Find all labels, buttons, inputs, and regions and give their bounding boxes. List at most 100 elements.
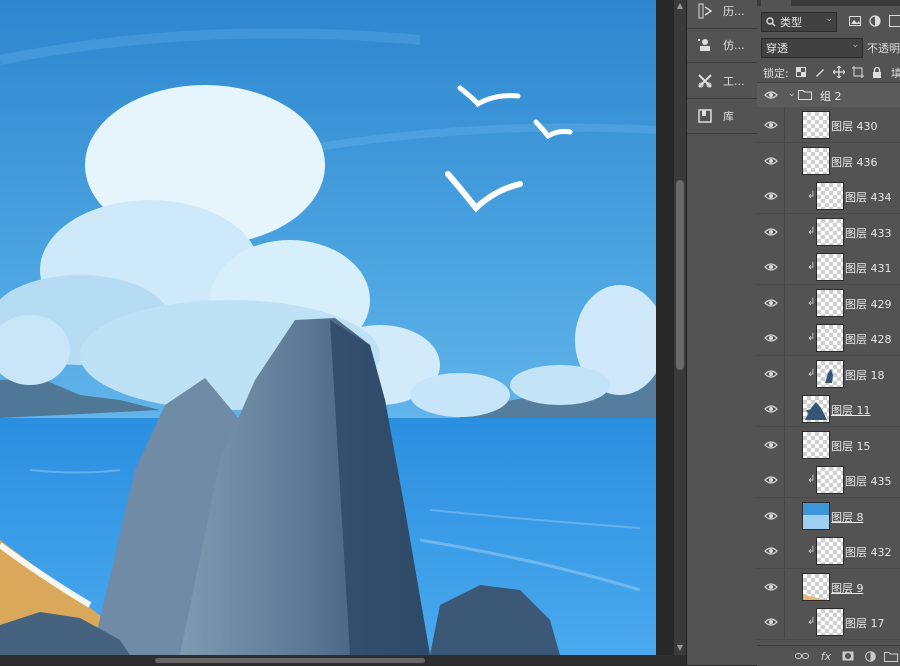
layers-list[interactable]: ⌄ 组 2 图层 430图层 436↲图层 434↲图层 433↲图层 431↲… [757, 83, 900, 645]
link-layers-icon[interactable] [795, 650, 809, 662]
filter-type-icon[interactable] [887, 13, 900, 29]
row-divider [784, 320, 785, 355]
visibility-eye-icon[interactable] [764, 333, 778, 343]
visibility-eye-icon[interactable] [764, 582, 778, 592]
layer-filter-row: 类型 ⌄ [757, 10, 900, 34]
visibility-eye-icon[interactable] [764, 617, 778, 627]
layer-name: 图层 428 [845, 331, 892, 347]
visibility-eye-icon[interactable] [764, 227, 778, 237]
add-mask-icon[interactable] [841, 650, 855, 662]
visibility-eye-icon[interactable] [764, 156, 778, 166]
lock-image-pixels-icon[interactable] [814, 66, 826, 78]
vertical-scroll-thumb[interactable] [676, 180, 684, 370]
clipping-mask-arrow-icon: ↲ [807, 546, 815, 556]
visibility-eye-icon[interactable] [764, 298, 778, 308]
row-divider [784, 533, 785, 568]
blend-mode-value: 穿透 [766, 40, 788, 56]
visibility-eye-icon[interactable] [764, 475, 778, 485]
canvas-gutter [656, 0, 674, 655]
search-icon [766, 17, 776, 27]
chevron-down-icon: ⌄ [851, 40, 859, 50]
layer-thumbnail [802, 573, 830, 601]
visibility-eye-icon[interactable] [764, 90, 778, 100]
blend-mode-select[interactable]: 穿透 ⌄ [761, 38, 863, 58]
layer-row[interactable]: 图层 9 [757, 569, 900, 605]
visibility-eye-icon[interactable] [764, 369, 778, 379]
lock-position-icon[interactable] [833, 66, 845, 78]
vertical-scrollbar[interactable]: ▲ ▼ [674, 0, 686, 655]
layer-group-row[interactable]: ⌄ 组 2 [757, 83, 900, 108]
layer-name: 图层 17 [845, 615, 885, 631]
layer-row[interactable]: ↲图层 435 [757, 462, 900, 498]
layer-style-fx-icon[interactable]: fx [819, 650, 833, 662]
new-group-folder-icon[interactable] [884, 650, 898, 662]
filter-adjustment-icon[interactable] [867, 13, 883, 29]
visibility-eye-icon[interactable] [764, 546, 778, 556]
row-divider [784, 391, 785, 426]
layer-name: 图层 431 [845, 260, 892, 276]
scroll-up-arrow-icon[interactable]: ▲ [674, 0, 686, 12]
tool-presets-panel-label: 工... [723, 73, 745, 89]
lock-all-icon[interactable] [871, 66, 883, 78]
lock-transparent-pixels-icon[interactable] [795, 66, 807, 78]
layer-row[interactable]: 图层 11 [757, 391, 900, 427]
libraries-panel-button[interactable]: 库 [687, 99, 757, 134]
visibility-eye-icon[interactable] [764, 511, 778, 521]
scroll-down-arrow-icon[interactable]: ▼ [674, 642, 686, 654]
horizontal-scrollbar[interactable] [0, 655, 686, 665]
layer-row[interactable]: ↲ 图层 431 [757, 249, 900, 285]
new-adjustment-layer-icon[interactable] [863, 650, 877, 662]
lock-artboard-icon[interactable] [852, 66, 864, 78]
visibility-eye-icon[interactable] [764, 120, 778, 130]
lock-label: 锁定: [763, 65, 789, 81]
clone-source-panel-button[interactable]: 仿... [687, 28, 757, 63]
document-canvas[interactable] [0, 0, 656, 655]
history-panel-label: 历... [723, 3, 745, 19]
layer-row[interactable]: 图层 436 [757, 143, 900, 179]
row-divider [784, 249, 785, 284]
clipping-mask-arrow-icon: ↲ [807, 475, 815, 485]
clipping-mask-arrow-icon: ↲ [807, 298, 815, 308]
group-expand-chevron-icon[interactable]: ⌄ [788, 89, 796, 99]
layer-thumbnail [816, 360, 844, 388]
layer-name: 图层 18 [845, 367, 885, 383]
horizontal-scroll-thumb[interactable] [155, 658, 425, 663]
layer-thumbnail [816, 218, 844, 246]
layer-row[interactable]: ↲图层 17 [757, 604, 900, 640]
row-divider [784, 285, 785, 320]
layer-row[interactable]: ↲图层 434 [757, 178, 900, 214]
filter-kind-select[interactable]: 类型 ⌄ [761, 12, 837, 32]
layer-row[interactable]: 图层 430 [757, 107, 900, 143]
tab-layers[interactable] [761, 0, 791, 6]
filter-pixel-icon[interactable] [847, 13, 863, 29]
layer-thumbnail [802, 431, 830, 459]
layer-row[interactable]: ↲图层 428 [757, 320, 900, 356]
layer-row[interactable]: ↲图层 429 [757, 285, 900, 321]
layer-row[interactable]: 图层 15 [757, 427, 900, 463]
visibility-eye-icon[interactable] [764, 404, 778, 414]
layer-thumbnail [802, 395, 830, 423]
layer-name: 图层 15 [831, 438, 871, 454]
layer-name: 图层 11 [831, 402, 871, 418]
layers-panel: 类型 ⌄ 穿透 ⌄ 不透明 锁定: [757, 0, 900, 665]
layer-name: 图层 9 [831, 580, 864, 596]
layer-row[interactable]: ↲图层 18 [757, 356, 900, 392]
chevron-down-icon: ⌄ [825, 14, 833, 24]
visibility-eye-icon[interactable] [764, 440, 778, 450]
visibility-eye-icon[interactable] [764, 262, 778, 272]
layer-row[interactable]: ↲图层 433 [757, 214, 900, 250]
layer-name: 图层 432 [845, 544, 892, 560]
clipping-mask-arrow-icon: ↲ [807, 262, 815, 272]
tool-presets-panel-button[interactable]: 工... [687, 64, 757, 99]
layer-row[interactable]: 图层 8 [757, 498, 900, 534]
visibility-eye-icon[interactable] [764, 191, 778, 201]
layer-row[interactable]: ↲ 图层 432 [757, 533, 900, 569]
row-divider [784, 462, 785, 497]
layer-thumbnail [816, 182, 844, 210]
layers-panel-footer: fx [757, 645, 900, 666]
history-panel-button[interactable]: 历... [687, 0, 757, 29]
tool-presets-icon [695, 71, 715, 91]
layer-name: 图层 434 [845, 189, 892, 205]
layer-thumbnail [802, 111, 830, 139]
row-divider [784, 214, 785, 249]
